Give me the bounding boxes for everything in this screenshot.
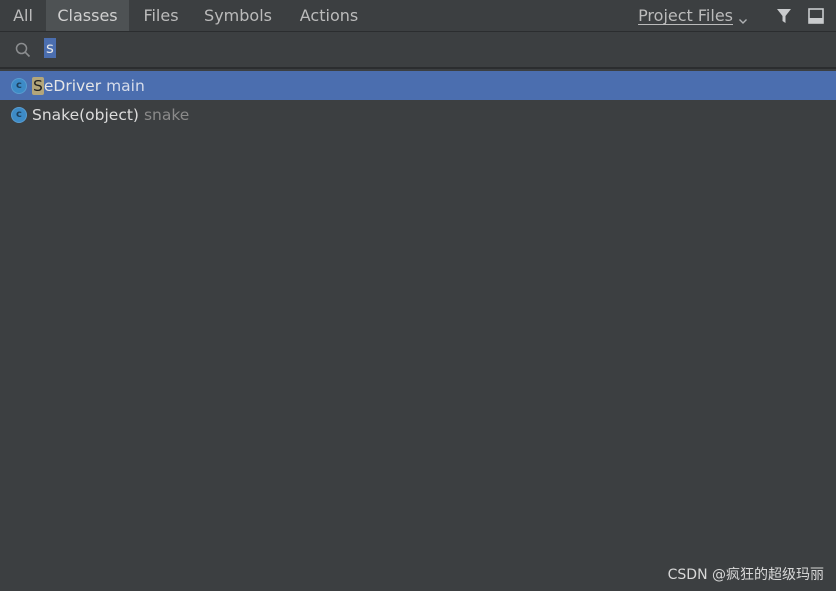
search-bar: s [0,33,836,69]
result-location: main [106,76,145,95]
search-everywhere-tabbar: All Classes Files Symbols Actions Projec… [0,0,836,32]
scope-dropdown[interactable]: Project Files [638,6,748,25]
result-name-rest: Snake(object) [32,105,139,124]
search-icon [13,40,33,60]
filter-icon[interactable] [774,6,794,26]
chevron-down-icon [738,11,748,24]
class-icon: c [11,106,27,123]
result-name: SeDriver [32,76,102,95]
search-input-value: s [44,38,56,58]
tabbar-right-controls: Project Files [638,0,836,31]
tab-actions[interactable]: Actions [283,0,375,31]
result-name: Snake(object) [32,106,139,124]
class-icon: c [11,77,27,94]
preview-panel-icon[interactable] [806,6,826,26]
tab-classes[interactable]: Classes [46,0,129,31]
result-name-rest: eDriver [43,76,102,95]
tab-all[interactable]: All [0,0,46,31]
results-list: c SeDriver main c Snake(object) snake [0,71,836,129]
result-location: snake [143,105,190,124]
tab-symbols[interactable]: Symbols [193,0,283,31]
watermark: CSDN @疯狂的超级玛丽 [667,567,824,583]
list-item[interactable]: c Snake(object) snake [0,100,836,129]
list-item[interactable]: c SeDriver main [0,71,836,100]
scope-label: Project Files [638,6,733,25]
tab-files[interactable]: Files [129,0,193,31]
search-input[interactable]: s [44,38,836,62]
match-highlight: S [32,76,44,95]
